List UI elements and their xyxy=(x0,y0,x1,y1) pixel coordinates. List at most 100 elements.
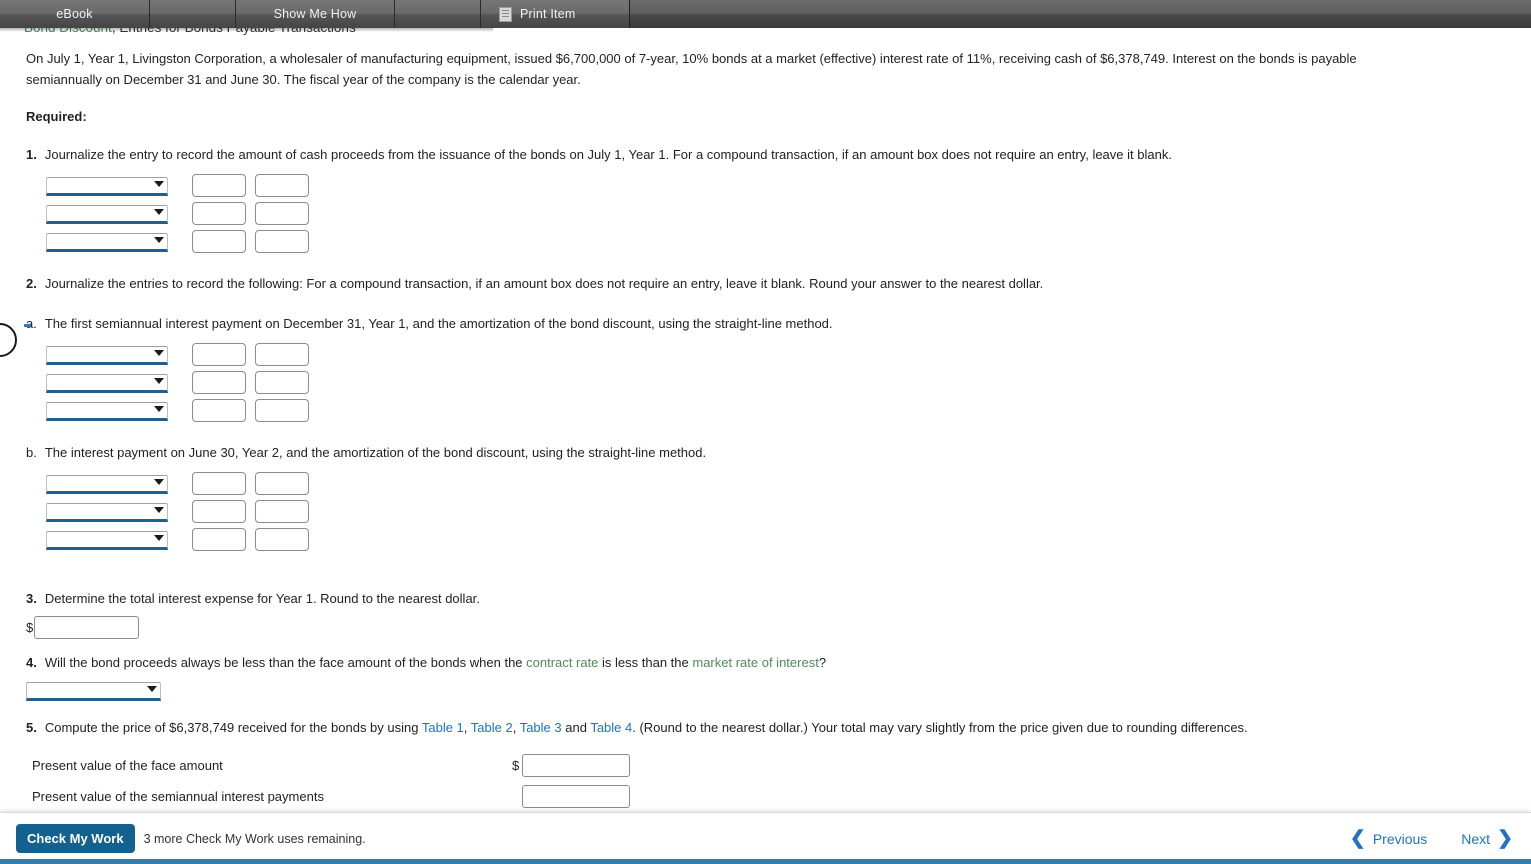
question-1: 1. Journalize the entry to record the amo… xyxy=(0,145,1531,164)
question-4-text-part1: Will the bond proceeds always be less th… xyxy=(44,655,527,670)
question-4-text-part2: is less than the xyxy=(598,655,693,670)
account-select[interactable] xyxy=(46,502,168,522)
tab-print-item[interactable]: Print Item xyxy=(480,0,630,28)
yes-no-select[interactable] xyxy=(26,681,161,701)
question-2a: a. The first semiannual interest payment … xyxy=(0,314,1531,333)
credit-input[interactable] xyxy=(255,202,309,225)
pv-face-amount-input[interactable] xyxy=(522,753,630,777)
question-2b-text: The interest payment on June 30, Year 2,… xyxy=(44,445,707,460)
question-2a-text: The first semiannual interest payment on… xyxy=(44,316,833,331)
table-4-link[interactable]: Table 4 xyxy=(590,720,632,735)
journal-row xyxy=(46,399,1531,422)
account-select[interactable] xyxy=(46,204,168,224)
journal-row xyxy=(46,371,1531,394)
sep-3: and xyxy=(561,719,591,735)
question-3-text: Determine the total interest expense for… xyxy=(44,591,480,606)
question-3-answer: $ xyxy=(0,616,1531,639)
credit-input[interactable] xyxy=(255,500,309,523)
account-select[interactable] xyxy=(46,530,168,550)
account-select-wrap xyxy=(46,502,168,522)
debit-input[interactable] xyxy=(192,472,246,495)
debit-input[interactable] xyxy=(192,528,246,551)
tab-show-me-how-label: Show Me How xyxy=(273,7,357,21)
journal-grid-q2a xyxy=(0,343,1531,422)
table-2-link[interactable]: Table 2 xyxy=(471,720,513,735)
total-interest-expense-input[interactable] xyxy=(34,616,140,639)
question-2b-number: b. xyxy=(26,445,37,460)
journal-row xyxy=(46,202,1531,225)
tab-ebook-label: eBook xyxy=(56,7,93,21)
table-1-link[interactable]: Table 1 xyxy=(422,720,464,735)
edge-marker xyxy=(24,324,31,327)
account-select-wrap xyxy=(46,345,168,365)
credit-input[interactable] xyxy=(255,230,309,253)
question-4-answer xyxy=(0,681,1531,701)
question-3-number: 3. xyxy=(26,591,37,606)
chevron-left-icon: ❮ xyxy=(1349,828,1366,849)
tab-spacer-1 xyxy=(150,0,235,28)
chevron-right-icon: ❯ xyxy=(1497,828,1513,849)
question-4-text-part3: ? xyxy=(818,655,827,670)
dollar-sign: $ xyxy=(26,620,34,635)
next-link-label: Next xyxy=(1461,830,1491,847)
navigation-links: ❮ Previous Next ❯ xyxy=(1350,829,1513,848)
account-select[interactable] xyxy=(46,474,168,494)
pv-interest-payments-label: Present value of the semiannual interest… xyxy=(32,788,324,804)
next-link[interactable]: Next ❯ xyxy=(1461,829,1513,848)
tab-show-me-how[interactable]: Show Me How xyxy=(235,0,395,28)
previous-link[interactable]: ❮ Previous xyxy=(1350,829,1427,848)
account-select-wrap xyxy=(46,176,168,196)
account-select-wrap xyxy=(46,204,168,224)
debit-input[interactable] xyxy=(192,343,246,366)
credit-input[interactable] xyxy=(255,528,309,551)
question-5: 5. Compute the price of $6,378,749 receiv… xyxy=(0,718,1531,737)
journal-row xyxy=(46,528,1531,551)
bottom-action-bar: Check My Work 3 more Check My Work uses … xyxy=(0,812,1531,864)
credit-input[interactable] xyxy=(255,174,309,197)
check-my-work-button[interactable]: Check My Work xyxy=(16,824,135,853)
debit-input[interactable] xyxy=(192,399,246,422)
tab-print-item-label: Print Item xyxy=(520,7,576,21)
question-2-number: 2. xyxy=(26,276,37,291)
debit-input[interactable] xyxy=(192,500,246,523)
account-select-wrap xyxy=(46,373,168,393)
sep-2: , xyxy=(512,719,520,735)
credit-input[interactable] xyxy=(255,343,309,366)
tab-ebook[interactable]: eBook xyxy=(0,0,150,28)
question-1-text: Journalize the entry to record the amoun… xyxy=(44,147,1172,162)
credit-input[interactable] xyxy=(255,371,309,394)
question-4: 4. Will the bond proceeds always be less … xyxy=(0,653,1531,672)
glossary-link-market-rate[interactable]: market rate of interest xyxy=(692,655,818,670)
journal-row xyxy=(46,174,1531,197)
credit-input[interactable] xyxy=(255,399,309,422)
credit-input[interactable] xyxy=(255,472,309,495)
table-3-link[interactable]: Table 3 xyxy=(520,720,562,735)
debit-input[interactable] xyxy=(192,230,246,253)
print-icon xyxy=(499,6,512,22)
debit-input[interactable] xyxy=(192,202,246,225)
pv-face-amount-cell: $ xyxy=(512,753,642,777)
table-row: Present value of the face amount $ xyxy=(32,750,1531,781)
toolbar-shadow xyxy=(0,28,493,32)
account-select[interactable] xyxy=(46,232,168,252)
question-body: On July 1, Year 1, Livingston Corporatio… xyxy=(0,48,1531,844)
question-2-text: Journalize the entries to record the fol… xyxy=(44,276,1044,291)
journal-grid-q1 xyxy=(0,174,1531,253)
question-page: eBook Show Me How Print Item Bond Discou… xyxy=(0,0,1531,864)
account-select[interactable] xyxy=(46,345,168,365)
account-select[interactable] xyxy=(46,373,168,393)
account-select[interactable] xyxy=(46,176,168,196)
required-label: Required: xyxy=(26,109,87,124)
pv-interest-payments-input[interactable] xyxy=(522,784,630,808)
problem-statement: On July 1, Year 1, Livingston Corporatio… xyxy=(26,51,1357,87)
question-2: 2. Journalize the entries to record the f… xyxy=(0,274,1531,293)
glossary-link-contract-rate[interactable]: contract rate xyxy=(526,655,598,670)
debit-input[interactable] xyxy=(192,174,246,197)
journal-row xyxy=(46,230,1531,253)
check-my-work-uses-note: 3 more Check My Work uses remaining. xyxy=(143,831,366,846)
yes-no-select-wrap xyxy=(26,681,161,701)
debit-input[interactable] xyxy=(192,371,246,394)
journal-row xyxy=(46,343,1531,366)
question-4-number: 4. xyxy=(26,655,37,670)
account-select[interactable] xyxy=(46,401,168,421)
